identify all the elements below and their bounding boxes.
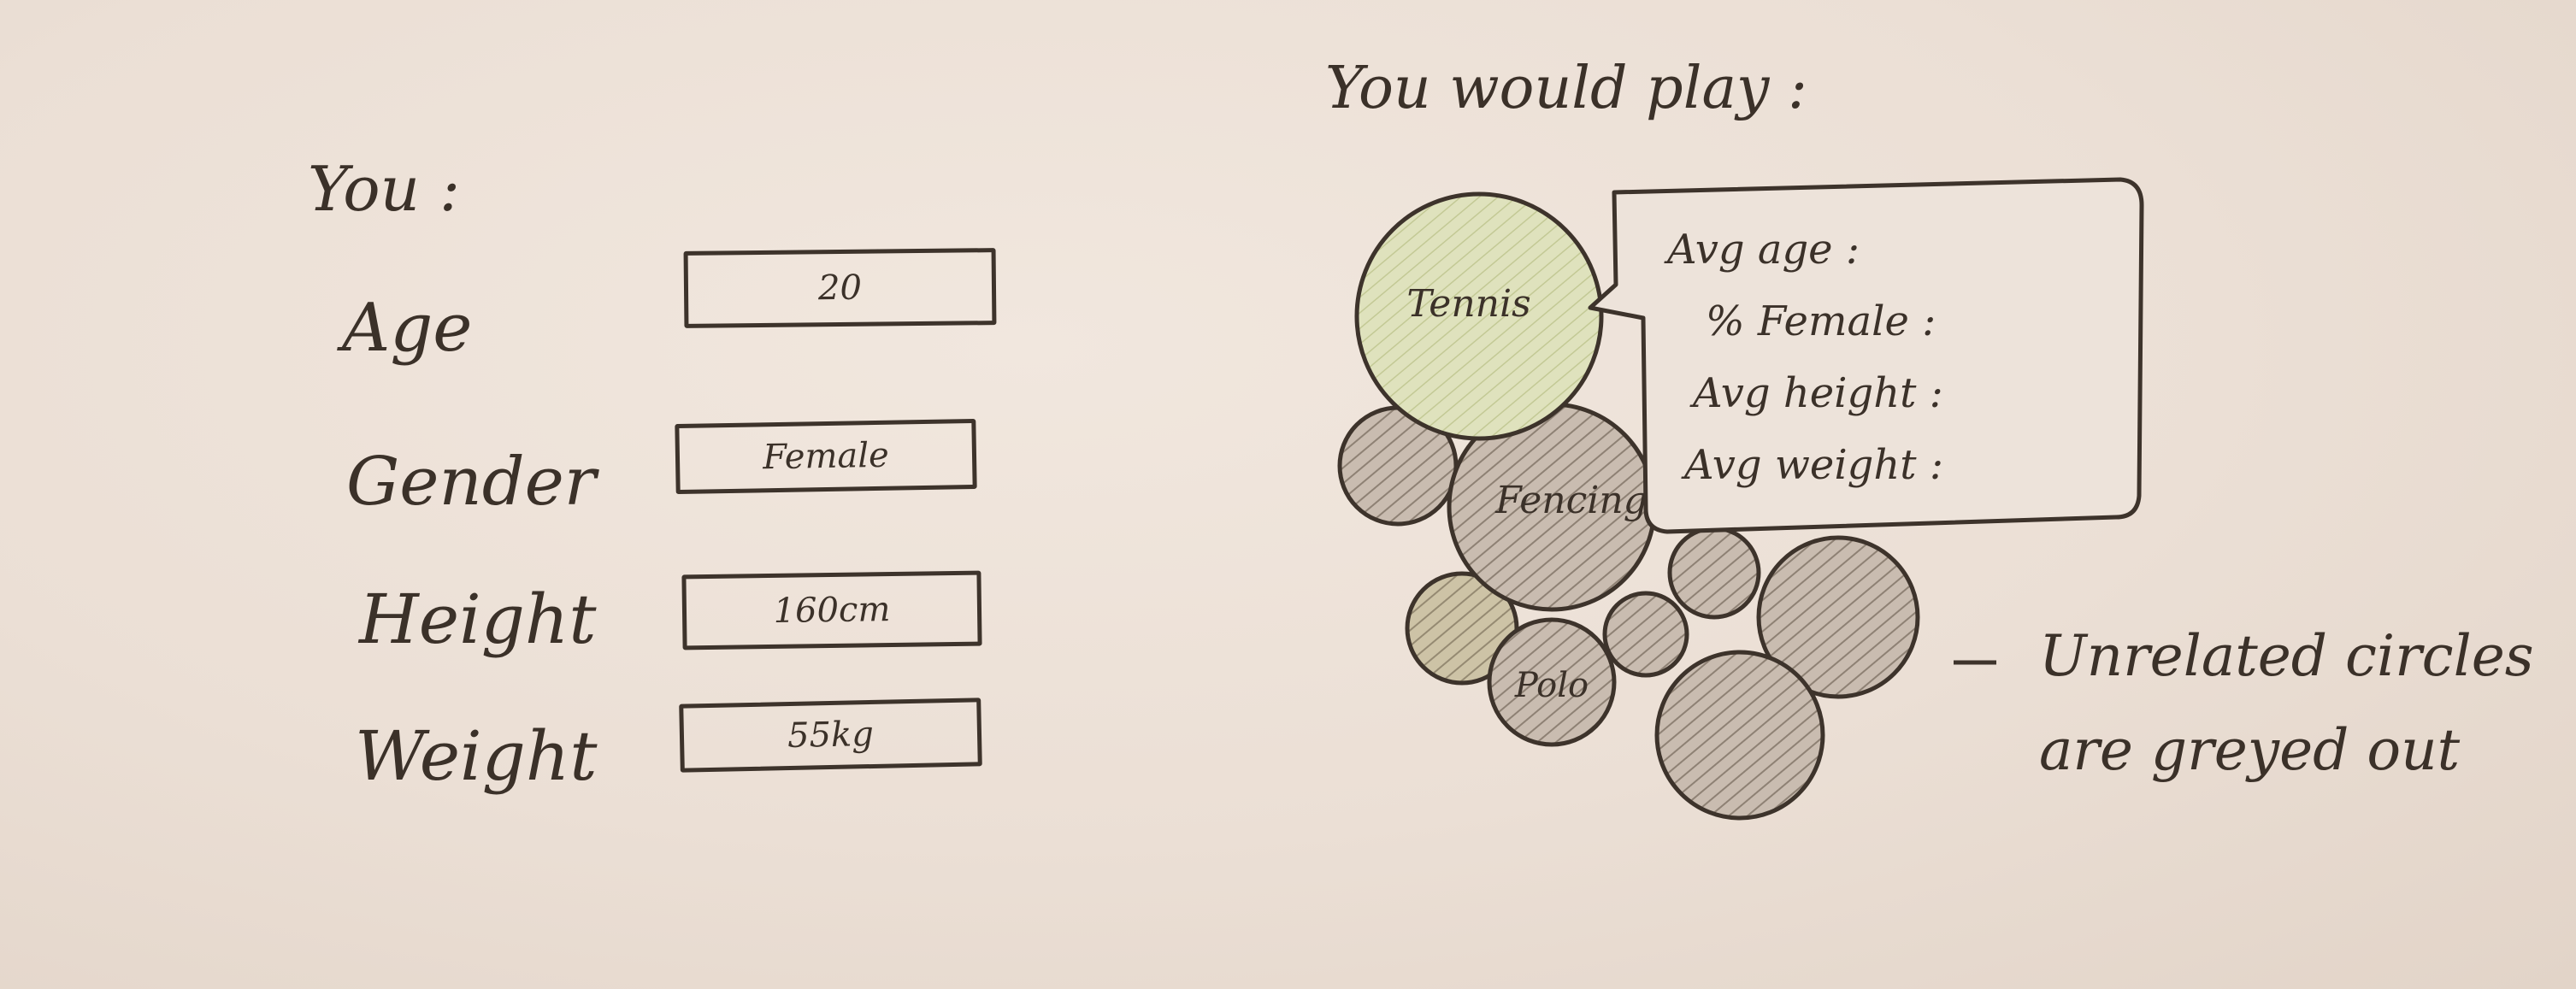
bubble-unrelated[interactable]	[1667, 526, 1761, 620]
bubble-polo-label: Polo	[1514, 666, 1589, 705]
annotation-line-2: are greyed out	[2039, 717, 2461, 783]
tooltip-line-female: % Female :	[1706, 297, 1936, 345]
bubble-unrelated[interactable]	[1654, 650, 1825, 821]
annotation-line-1: Unrelated circles	[2039, 623, 2534, 689]
tooltip-line-avg-age: Avg age :	[1664, 226, 1860, 274]
tooltip-line-avg-weight: Avg weight :	[1681, 441, 1943, 489]
bubble-unrelated[interactable]	[1602, 591, 1689, 678]
bubble-fencing-label: Fencing	[1494, 479, 1648, 522]
tooltip-line-avg-height: Avg height :	[1689, 369, 1943, 417]
bubble-chart: Polo Fencing Tennis Avg age : % Female :…	[1337, 177, 2144, 821]
bubble-tennis-label: Tennis	[1406, 282, 1530, 326]
